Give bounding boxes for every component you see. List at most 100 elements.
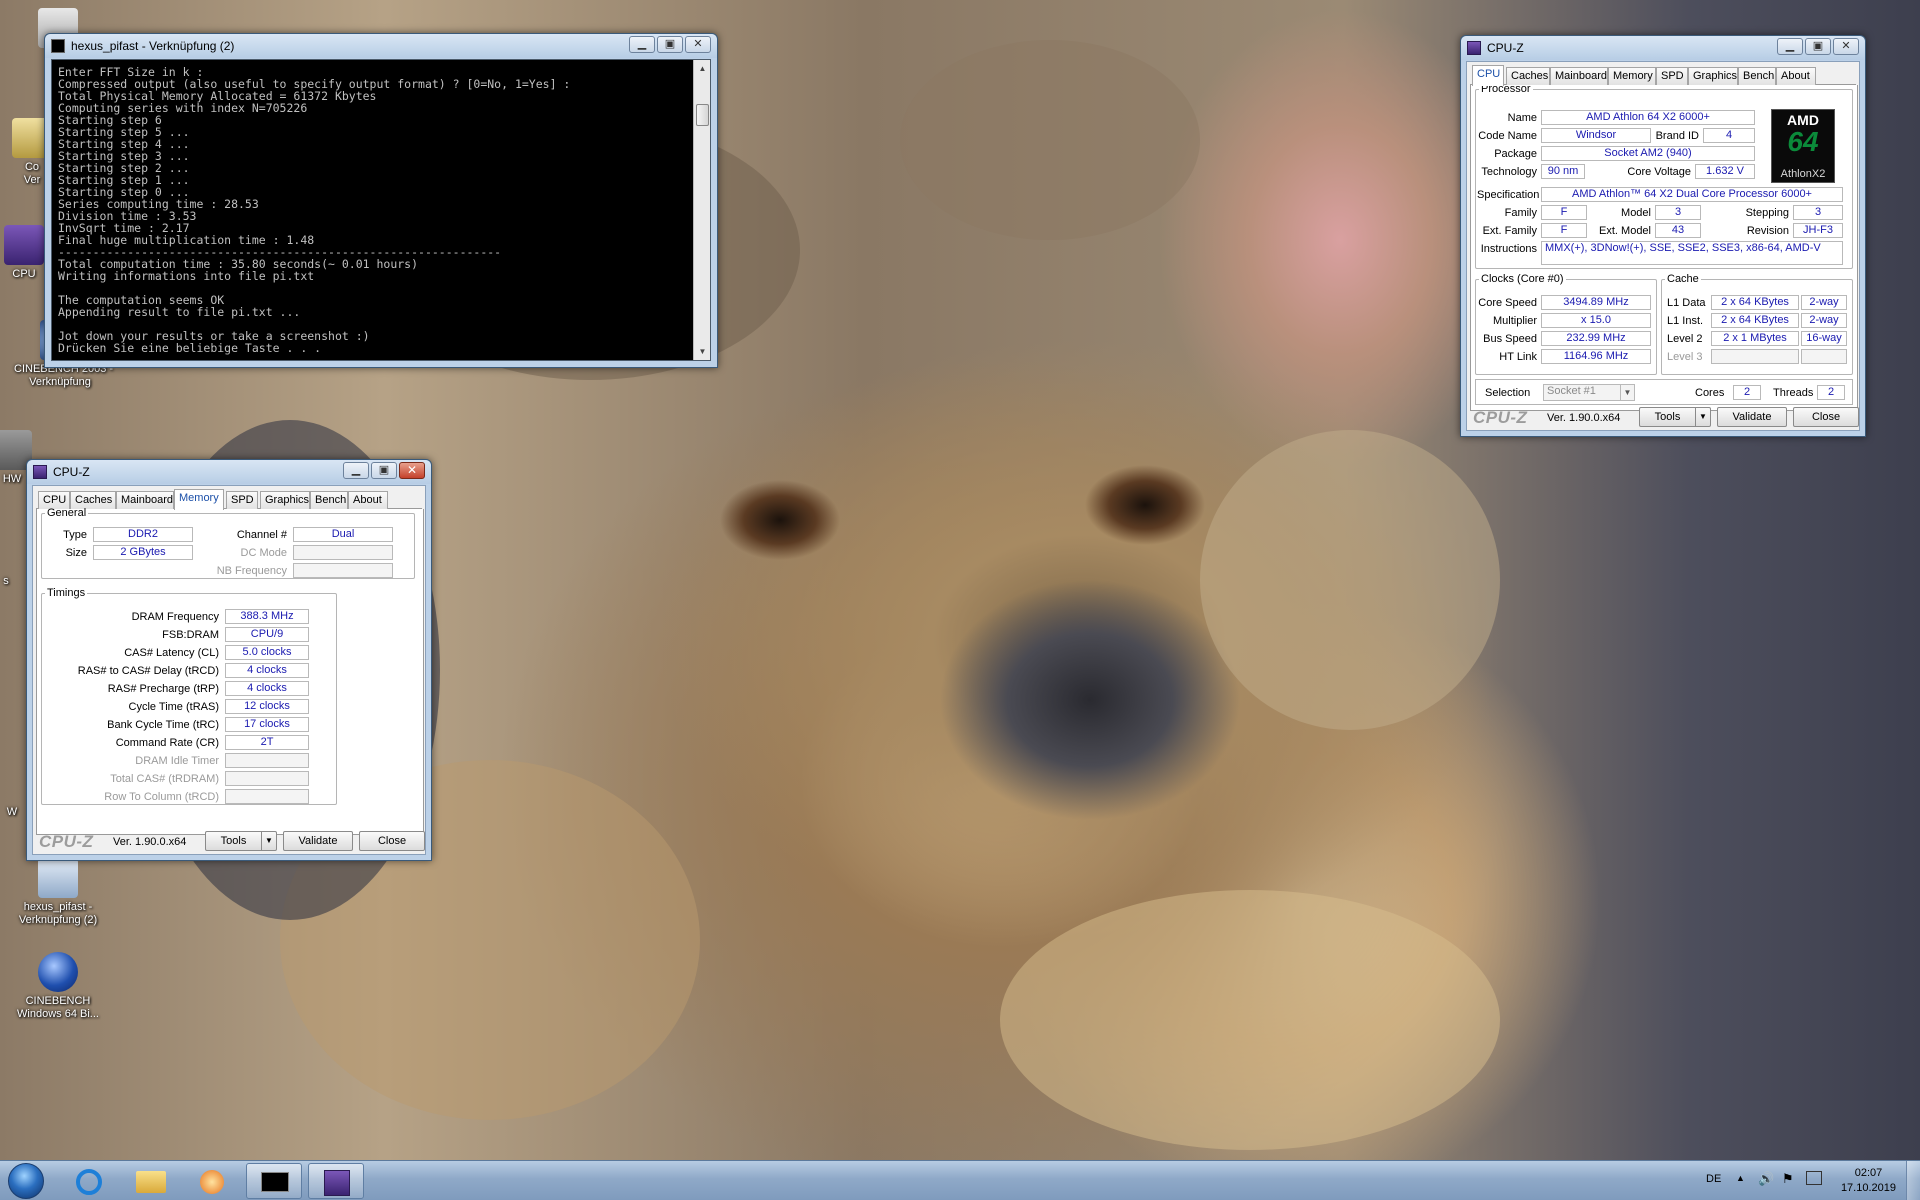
timing-label: Command Rate (CR) (115, 737, 219, 749)
htlink-value: 1164.96 MHz (1541, 349, 1651, 364)
level2-value: 2 x 1 MBytes (1711, 331, 1799, 346)
application-shortcut-icon (38, 858, 78, 898)
channel-value: Dual (293, 527, 393, 542)
console-titlebar[interactable]: hexus_pifast - Verknüpfung (2) ▁ ▣ ✕ (45, 34, 717, 58)
close-app-button[interactable]: Close (359, 831, 425, 851)
window-title: hexus_pifast - Verknüpfung (2) (71, 39, 235, 53)
specification-value: AMD Athlon™ 64 X2 Dual Core Processor 60… (1541, 187, 1843, 202)
minimize-icon: ▁ (1785, 40, 1795, 52)
maximize-icon: ▣ (378, 464, 390, 476)
minimize-button[interactable]: ▁ (1777, 38, 1803, 55)
l1inst-value: 2 x 64 KBytes (1711, 313, 1799, 328)
scroll-down-icon[interactable]: ▼ (694, 343, 711, 360)
action-center-flag-icon[interactable]: ⚑ (1782, 1171, 1794, 1187)
language-indicator[interactable]: DE (1706, 1173, 1721, 1185)
timing-label: CAS# Latency (CL) (124, 647, 219, 659)
version-label: Ver. 1.90.0.x64 (1547, 412, 1621, 424)
dcmode-value (293, 545, 393, 560)
technology-value: 90 nm (1541, 164, 1585, 179)
tab-cpu[interactable]: CPU (1472, 65, 1504, 86)
socket-select[interactable]: Socket #1 ▼ (1543, 384, 1635, 401)
cpuz-brand-logo: CPU-Z (39, 832, 94, 851)
console-scrollbar[interactable]: ▲ ▼ (693, 60, 710, 360)
timing-label: FSB:DRAM (162, 629, 219, 641)
chevron-down-icon[interactable]: ▼ (1620, 385, 1634, 400)
timing-value: 2T (225, 735, 309, 750)
volume-icon[interactable]: 🔊 (1758, 1171, 1774, 1187)
brandid-label: Brand ID (1655, 130, 1699, 142)
show-hidden-icons-icon[interactable]: ▲ (1736, 1173, 1745, 1183)
close-button[interactable]: ✕ (1833, 38, 1859, 55)
tools-button[interactable]: Tools ▼ (205, 831, 277, 851)
taskbar-explorer[interactable] (122, 1163, 178, 1199)
maximize-button[interactable]: ▣ (371, 462, 397, 479)
group-legend: Clocks (Core #0) (1481, 273, 1564, 285)
chevron-down-icon[interactable]: ▼ (1695, 408, 1710, 426)
type-value: DDR2 (93, 527, 193, 542)
close-app-button[interactable]: Close (1793, 407, 1859, 427)
timing-label: RAS# to CAS# Delay (tRCD) (77, 665, 219, 677)
extmodel-label: Ext. Model (1599, 225, 1651, 237)
scroll-thumb[interactable] (696, 104, 709, 126)
console-window[interactable]: hexus_pifast - Verknüpfung (2) ▁ ▣ ✕ Ent… (44, 33, 718, 368)
timing-value: 17 clocks (225, 717, 309, 732)
wallpaper-fur-patch (1200, 430, 1500, 730)
timing-label: DRAM Frequency (131, 611, 219, 623)
scroll-up-icon[interactable]: ▲ (694, 60, 711, 77)
taskbar-clock[interactable]: 02:07 17.10.2019 (1841, 1166, 1896, 1196)
clock-date: 17.10.2019 (1840, 1182, 1896, 1194)
console-output: Enter FFT Size in k : Compressed output … (58, 66, 571, 355)
cpuz-titlebar[interactable]: CPU-Z ▁ ▣ ✕ (27, 460, 431, 484)
l1data-assoc: 2-way (1801, 295, 1847, 310)
multiplier-label: Multiplier (1492, 315, 1537, 327)
dcmode-label: DC Mode (240, 547, 287, 559)
show-desktop-button[interactable] (1906, 1161, 1920, 1200)
validate-button[interactable]: Validate (1717, 407, 1787, 427)
cpuz-titlebar[interactable]: CPU-Z ▁ ▣ ✕ (1461, 36, 1865, 60)
level3-label: Level 3 (1667, 351, 1703, 363)
taskbar-console[interactable] (246, 1163, 302, 1199)
taskbar-media-player[interactable] (184, 1163, 240, 1199)
cpuz-cpu-window[interactable]: CPU-Z ▁ ▣ ✕ CPU Caches Mainboard Memory … (1460, 35, 1866, 437)
cpuz-brand-logo: CPU-Z (1473, 408, 1528, 427)
network-icon[interactable] (1806, 1171, 1822, 1185)
timing-label: Cycle Time (tRAS) (128, 701, 219, 713)
close-button[interactable]: ✕ (685, 36, 711, 53)
timing-label: RAS# Precharge (tRP) (107, 683, 219, 695)
windows-logo-icon (8, 1163, 44, 1199)
desktop-icon-label: Co Ver (23, 161, 41, 186)
busspeed-label: Bus Speed (1483, 333, 1537, 345)
media-player-icon (200, 1170, 224, 1194)
logo-athlon-text: AthlonX2 (1780, 168, 1826, 180)
timing-label: Total CAS# (tRDRAM) (110, 773, 219, 785)
internet-explorer-icon (76, 1169, 102, 1195)
console-output-area[interactable]: Enter FFT Size in k : Compressed output … (51, 59, 711, 361)
tab-memory[interactable]: Memory (174, 489, 224, 510)
chevron-down-icon[interactable]: ▼ (261, 832, 276, 850)
type-label: Type (63, 529, 87, 541)
group-legend: Cache (1667, 273, 1699, 285)
logo-64-text: 64 (1787, 126, 1819, 157)
maximize-button[interactable]: ▣ (1805, 38, 1831, 55)
start-button[interactable] (2, 1161, 50, 1200)
wallpaper-fur-patch (900, 40, 1200, 240)
desktop-icon-cinebench-win64[interactable]: CINEBENCH Windows 64 Bi... (12, 952, 104, 1021)
maximize-icon: ▣ (664, 38, 676, 50)
validate-button[interactable]: Validate (283, 831, 353, 851)
close-button[interactable]: ✕ (399, 462, 425, 479)
cpuz-memory-window[interactable]: CPU-Z ▁ ▣ ✕ CPU Caches Mainboard Memory … (26, 459, 432, 861)
maximize-button[interactable]: ▣ (657, 36, 683, 53)
minimize-button[interactable]: ▁ (629, 36, 655, 53)
l1data-label: L1 Data (1667, 297, 1706, 309)
minimize-button[interactable]: ▁ (343, 462, 369, 479)
extfamily-label: Ext. Family (1482, 225, 1537, 237)
extmodel-value: 43 (1655, 223, 1701, 238)
timing-value (225, 771, 309, 786)
level2-label: Level 2 (1667, 333, 1703, 345)
desktop-icon-hexus-pifast[interactable]: hexus_pifast - Verknüpfung (2) (12, 858, 104, 927)
taskbar-cpuz[interactable] (308, 1163, 364, 1199)
taskbar-internet-explorer[interactable] (60, 1163, 116, 1199)
tools-button[interactable]: Tools ▼ (1639, 407, 1711, 427)
maximize-icon: ▣ (1812, 40, 1824, 52)
stepping-label: Stepping (1745, 207, 1789, 219)
